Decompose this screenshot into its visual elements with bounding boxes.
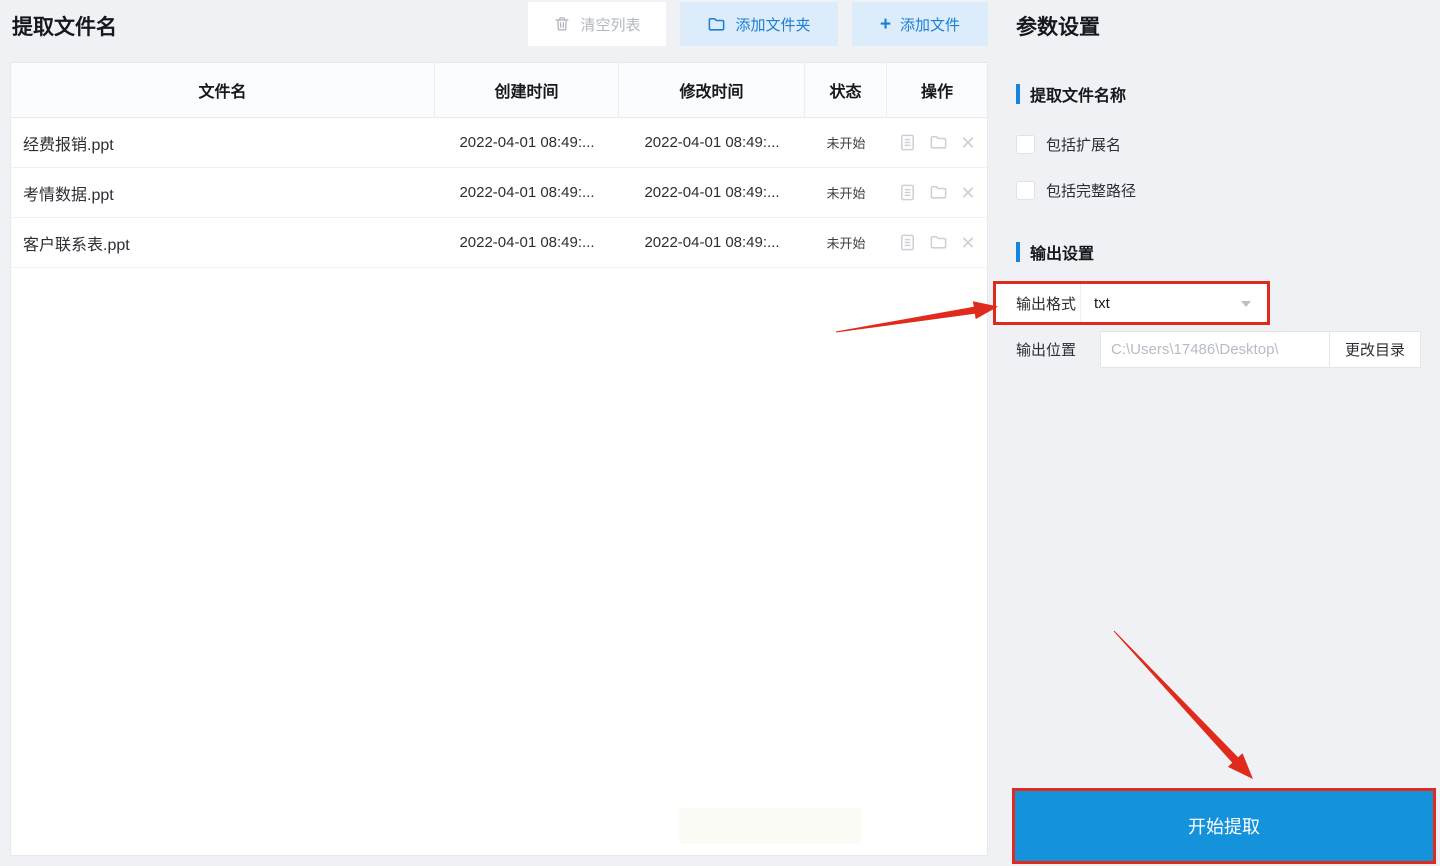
output-location-input[interactable]: [1100, 331, 1330, 368]
file-table: 文件名 创建时间 修改时间 状态 操作 经费报销.ppt 2022-04-01 …: [10, 62, 988, 856]
watermark: [679, 808, 861, 844]
column-header-modified: 修改时间: [619, 63, 805, 117]
checkbox-icon[interactable]: [1016, 181, 1035, 200]
page-title: 提取文件名: [12, 16, 117, 39]
change-directory-button[interactable]: 更改目录: [1330, 331, 1421, 368]
status-text: 未开始: [826, 186, 866, 201]
modified-time: 2022-04-01 08:49:...: [644, 184, 780, 201]
settings-panel-title: 参数设置: [1016, 16, 1100, 39]
file-name: 经费报销.ppt: [23, 136, 114, 154]
checkbox-icon[interactable]: [1016, 135, 1035, 154]
section-output-label: 输出设置: [1030, 246, 1095, 263]
table-header-row: 文件名 创建时间 修改时间 状态 操作: [11, 63, 987, 118]
column-header-filename: 文件名: [11, 63, 435, 117]
checkbox-include-fullpath[interactable]: 包括完整路径: [1016, 180, 1136, 201]
output-format-value: txt: [1094, 294, 1110, 312]
document-icon[interactable]: [898, 183, 917, 202]
output-format-highlight-box: 输出格式 txt: [993, 281, 1270, 325]
column-header-status: 状态: [805, 63, 887, 117]
add-folder-button[interactable]: 添加文件夹: [680, 2, 838, 46]
file-name: 客户联系表.ppt: [23, 236, 130, 254]
created-time: 2022-04-01 08:49:...: [459, 134, 595, 151]
column-header-created: 创建时间: [435, 63, 619, 117]
remove-icon[interactable]: ✕: [960, 234, 975, 252]
folder-icon[interactable]: [929, 233, 948, 252]
output-location-row: 输出位置 更改目录: [1016, 331, 1421, 368]
folder-icon[interactable]: [929, 183, 948, 202]
created-time: 2022-04-01 08:49:...: [459, 234, 595, 251]
output-format-label: 输出格式: [1016, 295, 1077, 313]
chevron-down-icon: [1241, 301, 1251, 307]
file-name: 考情数据.ppt: [23, 186, 114, 204]
plus-icon: +: [879, 13, 892, 35]
checkbox-include-extension[interactable]: 包括扩展名: [1016, 134, 1121, 155]
checkbox-include-fullpath-label: 包括完整路径: [1046, 183, 1137, 200]
start-button-highlight-box: 开始提取: [1012, 788, 1436, 864]
add-file-button[interactable]: + 添加文件: [852, 2, 988, 46]
section-output-settings: 输出设置: [1016, 240, 1094, 264]
trash-icon: [553, 15, 571, 33]
remove-icon[interactable]: ✕: [960, 184, 975, 202]
section-accent-bar: [1016, 242, 1020, 262]
section-extract-label: 提取文件名称: [1030, 88, 1127, 105]
add-file-label: 添加文件: [900, 16, 961, 34]
section-extract-filename: 提取文件名称: [1016, 82, 1126, 106]
output-format-select[interactable]: txt: [1080, 284, 1267, 322]
clear-list-button[interactable]: 清空列表: [528, 2, 666, 46]
table-row: 客户联系表.ppt 2022-04-01 08:49:... 2022-04-0…: [11, 218, 987, 268]
checkbox-include-extension-label: 包括扩展名: [1046, 137, 1122, 154]
column-header-actions: 操作: [920, 84, 953, 101]
modified-time: 2022-04-01 08:49:...: [644, 134, 780, 151]
created-time: 2022-04-01 08:49:...: [459, 184, 595, 201]
table-row: 考情数据.ppt 2022-04-01 08:49:... 2022-04-01…: [11, 168, 987, 218]
annotation-arrow-to-start: [1113, 630, 1253, 779]
add-folder-label: 添加文件夹: [735, 16, 811, 34]
folder-icon: [707, 15, 726, 34]
clear-list-label: 清空列表: [580, 16, 641, 34]
status-text: 未开始: [826, 136, 866, 151]
status-text: 未开始: [826, 236, 866, 251]
folder-icon[interactable]: [929, 133, 948, 152]
modified-time: 2022-04-01 08:49:...: [644, 234, 780, 251]
section-accent-bar: [1016, 84, 1020, 104]
table-row: 经费报销.ppt 2022-04-01 08:49:... 2022-04-01…: [11, 118, 987, 168]
remove-icon[interactable]: ✕: [960, 134, 975, 152]
document-icon[interactable]: [898, 133, 917, 152]
start-extract-button[interactable]: 开始提取: [1015, 791, 1433, 861]
document-icon[interactable]: [898, 233, 917, 252]
output-location-label: 输出位置: [1016, 342, 1077, 359]
